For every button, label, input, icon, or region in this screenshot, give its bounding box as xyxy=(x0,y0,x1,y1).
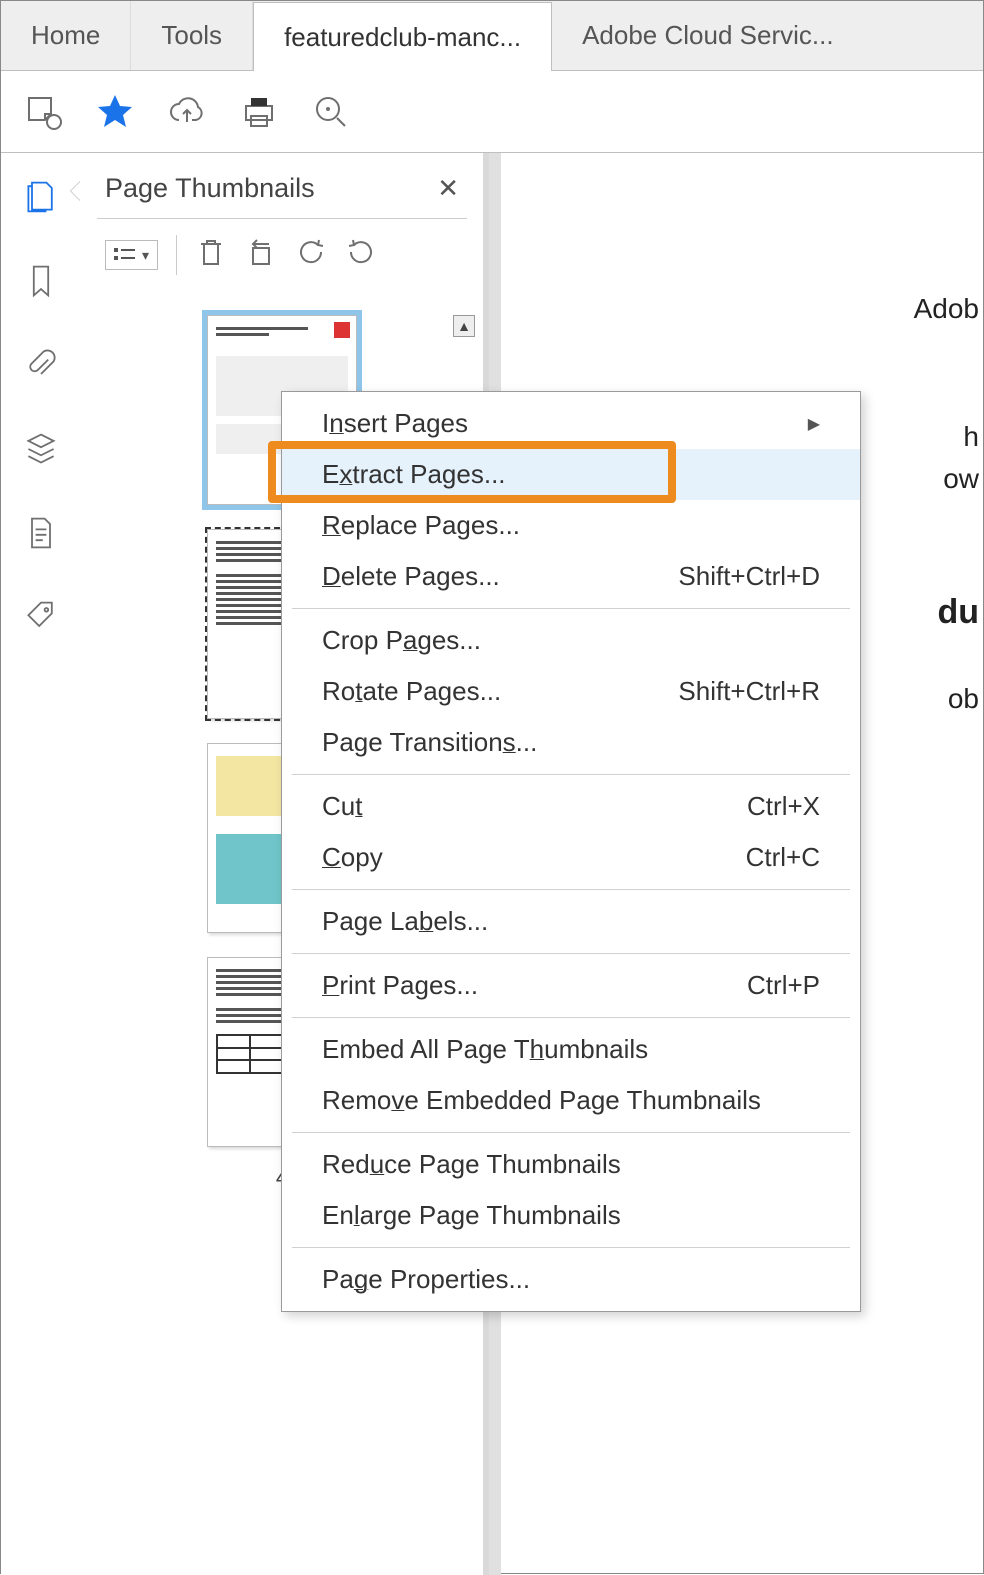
document-icon[interactable] xyxy=(21,513,61,553)
shortcut-label: Ctrl+P xyxy=(747,970,820,1001)
menu-crop-pages[interactable]: Crop Pages... xyxy=(282,615,860,666)
menu-enlarge-thumbnails[interactable]: Enlarge Page Thumbnails xyxy=(282,1190,860,1241)
separator xyxy=(176,235,177,275)
menu-separator xyxy=(292,1132,850,1133)
tab-home[interactable]: Home xyxy=(1,1,131,70)
save-cloud-icon[interactable] xyxy=(23,92,63,132)
panel-pointer-icon xyxy=(71,181,81,201)
star-icon[interactable] xyxy=(95,92,135,132)
submenu-arrow-icon: ▶ xyxy=(808,414,820,434)
attachment-icon[interactable] xyxy=(21,345,61,385)
menu-delete-pages[interactable]: Delete Pages... Shift+Ctrl+D xyxy=(282,551,860,602)
menu-separator xyxy=(292,1247,850,1248)
scroll-up-button[interactable]: ▲ xyxy=(453,315,475,337)
menu-separator xyxy=(292,774,850,775)
shortcut-label: Ctrl+C xyxy=(746,842,820,873)
menu-separator xyxy=(292,1017,850,1018)
menu-remove-thumbnails[interactable]: Remove Embedded Page Thumbnails xyxy=(282,1075,860,1126)
tab-cloud[interactable]: Adobe Cloud Servic... xyxy=(552,1,863,70)
page-thumbnails-icon[interactable] xyxy=(21,177,61,217)
tab-document[interactable]: featuredclub-manc... xyxy=(253,2,552,71)
thumbnail-toolbar: ▾ xyxy=(97,219,467,291)
close-icon[interactable]: ✕ xyxy=(437,173,459,204)
print-icon[interactable] xyxy=(239,92,279,132)
navigation-pane xyxy=(1,153,81,1575)
context-menu: Insert Pages ▶ Extract Pages... Replace … xyxy=(281,391,861,1312)
text-fragment: ob xyxy=(948,683,979,715)
tag-icon[interactable] xyxy=(21,597,61,637)
menu-embed-thumbnails[interactable]: Embed All Page Thumbnails xyxy=(282,1024,860,1075)
menu-insert-pages[interactable]: Insert Pages ▶ xyxy=(282,398,860,449)
undo-icon[interactable] xyxy=(295,236,327,274)
redo-icon[interactable] xyxy=(345,236,377,274)
main-toolbar xyxy=(1,71,983,153)
menu-separator xyxy=(292,889,850,890)
menu-page-labels[interactable]: Page Labels... xyxy=(282,896,860,947)
text-fragment: du xyxy=(937,593,979,632)
text-fragment: h xyxy=(963,421,979,453)
menu-separator xyxy=(292,953,850,954)
bookmark-icon[interactable] xyxy=(21,261,61,301)
shortcut-label: Ctrl+X xyxy=(747,791,820,822)
delete-icon[interactable] xyxy=(195,236,227,274)
menu-rotate-pages[interactable]: Rotate Pages... Shift+Ctrl+R xyxy=(282,666,860,717)
menu-separator xyxy=(292,608,850,609)
panel-title: Page Thumbnails xyxy=(105,173,315,204)
shortcut-label: Shift+Ctrl+D xyxy=(678,561,820,592)
upload-cloud-icon[interactable] xyxy=(167,92,207,132)
menu-reduce-thumbnails[interactable]: Reduce Page Thumbnails xyxy=(282,1139,860,1190)
rotate-page-icon[interactable] xyxy=(245,236,277,274)
menu-print-pages[interactable]: Print Pages... Ctrl+P xyxy=(282,960,860,1011)
tab-bar: Home Tools featuredclub-manc... Adobe Cl… xyxy=(1,1,983,71)
menu-replace-pages[interactable]: Replace Pages... xyxy=(282,500,860,551)
menu-copy[interactable]: Copy Ctrl+C xyxy=(282,832,860,883)
menu-page-properties[interactable]: Page Properties... xyxy=(282,1254,860,1305)
menu-page-transitions[interactable]: Page Transitions... xyxy=(282,717,860,768)
menu-extract-pages[interactable]: Extract Pages... xyxy=(282,449,860,500)
text-fragment: ow xyxy=(943,463,979,495)
search-icon[interactable] xyxy=(311,92,351,132)
options-menu-icon[interactable]: ▾ xyxy=(105,240,158,270)
text-fragment: Adob xyxy=(914,293,979,325)
tab-tools[interactable]: Tools xyxy=(131,1,253,70)
layers-icon[interactable] xyxy=(21,429,61,469)
menu-cut[interactable]: Cut Ctrl+X xyxy=(282,781,860,832)
shortcut-label: Shift+Ctrl+R xyxy=(678,676,820,707)
